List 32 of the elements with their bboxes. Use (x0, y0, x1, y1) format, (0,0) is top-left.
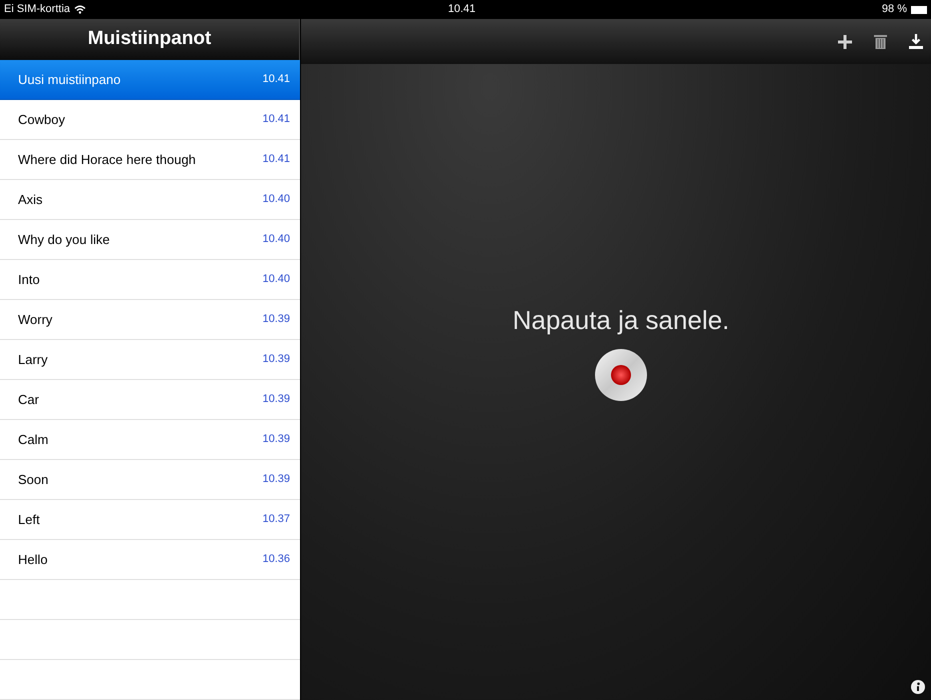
note-time: 10.41 (262, 72, 290, 88)
note-title: Left (18, 510, 40, 529)
note-title: Worry (18, 310, 52, 329)
note-title: Uusi muistiinpano (18, 70, 121, 89)
note-title: Soon (18, 470, 48, 489)
note-title: Hello (18, 550, 48, 569)
note-time: 10.39 (262, 432, 290, 448)
note-time: 10.39 (262, 472, 290, 488)
note-time: 10.37 (262, 512, 290, 528)
clock-text: 10.41 (448, 2, 476, 18)
sidebar-title: Muistiinpanot (88, 27, 212, 52)
battery-text: 98 % (882, 2, 907, 18)
note-time: 10.36 (262, 552, 290, 568)
note-row[interactable]: Uusi muistiinpano 10.41 (0, 60, 300, 100)
note-time: 10.40 (262, 232, 290, 248)
note-time: 10.41 (262, 112, 290, 128)
dictation-prompt: Napauta ja sanele. (512, 304, 730, 337)
note-time: 10.40 (262, 272, 290, 288)
note-title: Car (18, 390, 39, 409)
note-title: Calm (18, 430, 48, 449)
note-title: Larry (18, 350, 48, 369)
carrier-text: Ei SIM-korttia (4, 2, 70, 18)
note-title: Axis (18, 190, 43, 209)
note-title: Into (18, 270, 40, 289)
note-title: Why do you like (18, 230, 110, 249)
note-time: 10.40 (262, 192, 290, 208)
note-time: 10.39 (262, 392, 290, 408)
note-time: 10.39 (262, 312, 290, 328)
note-title: Cowboy (18, 110, 65, 129)
note-title: Where did Horace here though (18, 150, 196, 169)
note-time: 10.39 (262, 352, 290, 368)
note-time: 10.41 (262, 152, 290, 168)
